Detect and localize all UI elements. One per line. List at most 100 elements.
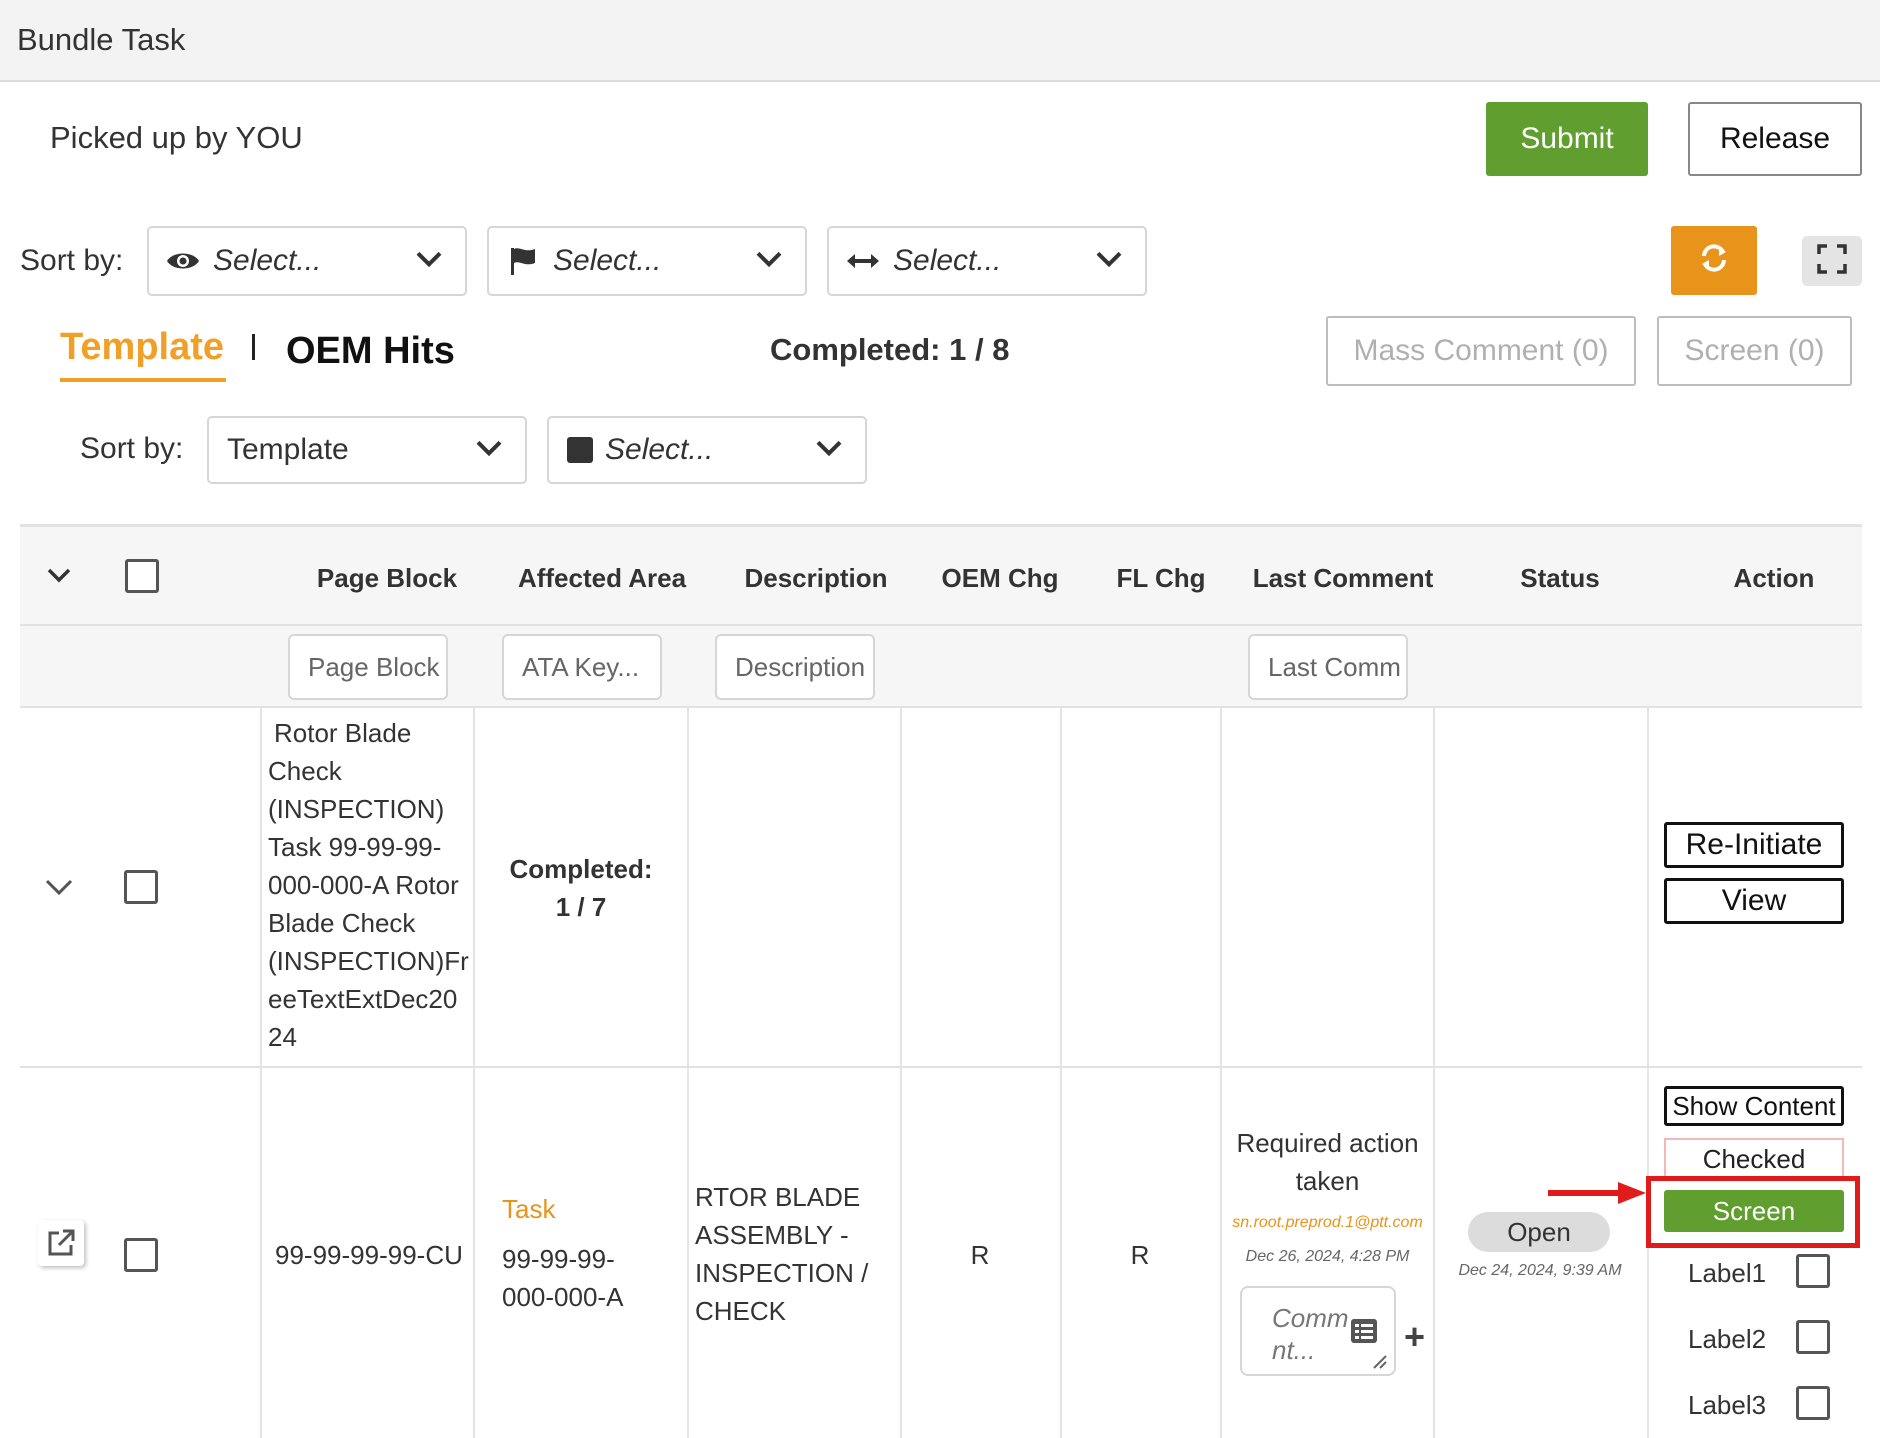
column-divider: [1433, 708, 1435, 1068]
filter-row: Page Block ATA Key... Description Last C…: [20, 626, 1862, 708]
page-block-cell: 99-99-99-99-CU: [275, 1240, 463, 1270]
fl-chg-cell: R: [1130, 1240, 1150, 1270]
text-line: 000-000-A Rotor: [268, 870, 459, 900]
text-line: (INSPECTION): [268, 794, 445, 824]
collapse-all-chevron-icon[interactable]: [46, 567, 72, 590]
column-divider: [1220, 708, 1222, 1068]
view-button[interactable]: View: [1664, 878, 1844, 924]
comment-date: Dec 26, 2024, 4:28 PM: [1245, 1248, 1410, 1265]
column-divider: [260, 708, 262, 1068]
text-line: eeTextExtDec20: [268, 984, 458, 1014]
highlight-arrow-icon: [1546, 1180, 1650, 1211]
comment-input[interactable]: Comm nt...: [1240, 1286, 1396, 1376]
submit-button[interactable]: Submit: [1486, 102, 1648, 176]
label1-checkbox[interactable]: [1796, 1254, 1830, 1288]
row-checkbox[interactable]: [124, 1238, 158, 1272]
chevron-down-icon: [755, 242, 783, 276]
status-date: Dec 24, 2024, 9:39 AM: [1458, 1262, 1622, 1279]
table-group-row: Rotor Blade Check (INSPECTION) Task 99-9…: [20, 708, 1862, 1068]
label2-checkbox[interactable]: [1796, 1320, 1830, 1354]
list-icon[interactable]: [1350, 1318, 1378, 1349]
text-line: CHECK: [695, 1296, 787, 1326]
text-line: Comm: [1272, 1303, 1349, 1333]
fullscreen-button[interactable]: [1802, 236, 1862, 286]
sort-template-select[interactable]: Template: [207, 416, 527, 484]
label3-text: Label3: [1688, 1390, 1767, 1420]
column-header-action: Action: [1733, 563, 1815, 593]
affected-area-cell: Task 99-99-99- 000-000-A: [502, 1190, 682, 1316]
sort-color-select[interactable]: Select...: [547, 416, 867, 484]
column-divider: [260, 1068, 262, 1438]
tab-template[interactable]: Template: [60, 326, 224, 369]
group-row-checkbox[interactable]: [124, 870, 158, 904]
completed-count: Completed: 1 / 8: [770, 332, 1010, 367]
column-divider: [1433, 1068, 1435, 1438]
refresh-icon: [1697, 241, 1731, 280]
refresh-button[interactable]: [1671, 226, 1757, 295]
column-divider: [1647, 1068, 1649, 1438]
label1-text: Label1: [1688, 1258, 1767, 1288]
column-divider: [687, 1068, 689, 1438]
re-initiate-button[interactable]: Re-Initiate: [1664, 822, 1844, 868]
chevron-down-icon: [475, 431, 503, 465]
column-divider: [687, 708, 689, 1068]
group-collapse-chevron-icon[interactable]: [44, 878, 74, 903]
text-line: Check: [268, 756, 342, 786]
sort-direction-select[interactable]: Select...: [827, 226, 1147, 296]
picked-up-status: Picked up by YOU: [50, 120, 303, 155]
select-value: Template: [227, 433, 349, 466]
text-line: 000-000-A: [502, 1282, 624, 1312]
ata-key-filter-input[interactable]: ATA Key...: [502, 634, 662, 700]
add-comment-plus-icon[interactable]: +: [1404, 1316, 1425, 1358]
column-divider: [1060, 708, 1062, 1068]
text-line: 24: [268, 1022, 297, 1052]
select-placeholder: Select...: [605, 433, 714, 466]
select-placeholder: Select...: [213, 244, 322, 277]
sort-flag-select[interactable]: Select...: [487, 226, 807, 296]
select-placeholder: Select...: [553, 244, 662, 277]
column-header-status[interactable]: Status: [1440, 563, 1680, 594]
column-divider: [1647, 708, 1649, 1068]
highlight-box: [1646, 1176, 1860, 1248]
chevron-down-icon: [815, 431, 843, 465]
text-line: INSPECTION /: [695, 1258, 869, 1288]
page-block-filter-input[interactable]: Page Block: [288, 634, 448, 700]
sort-visibility-select[interactable]: Select...: [147, 226, 467, 296]
text-line: Task 99-99-99-: [268, 832, 442, 862]
text-line: (INSPECTION)Fr: [268, 946, 469, 976]
active-tab-indicator: [60, 378, 226, 382]
eye-icon: [165, 247, 201, 275]
text-line: nt...: [1272, 1335, 1316, 1365]
area-type-link[interactable]: Task: [502, 1190, 682, 1228]
completed-label: Completed:: [509, 854, 653, 884]
select-all-checkbox[interactable]: [125, 559, 159, 593]
table-row: 99-99-99-99-CU Task 99-99-99- 000-000-A …: [20, 1068, 1862, 1438]
text-line: taken: [1295, 1166, 1360, 1196]
horizontal-arrows-icon: [845, 247, 881, 275]
tab-oem-hits[interactable]: OEM Hits: [286, 330, 455, 373]
release-button[interactable]: Release: [1688, 102, 1862, 176]
open-external-icon[interactable]: [38, 1220, 84, 1266]
checked-button[interactable]: Checked: [1664, 1138, 1844, 1180]
status-badge: Open: [1468, 1212, 1610, 1252]
table-header: Page Block Affected Area Description OEM…: [20, 524, 1862, 626]
text-line: Blade Check: [268, 908, 416, 938]
show-content-button[interactable]: Show Content: [1664, 1086, 1844, 1126]
flag-icon: [505, 247, 541, 275]
chevron-down-icon: [415, 242, 443, 276]
screen-bulk-button[interactable]: Screen (0): [1657, 316, 1852, 386]
label3-checkbox[interactable]: [1796, 1386, 1830, 1420]
mass-comment-button[interactable]: Mass Comment (0): [1326, 316, 1636, 386]
last-comment-filter-input[interactable]: Last Comm: [1248, 634, 1408, 700]
column-header-last-comment[interactable]: Last Comment: [1208, 563, 1478, 594]
group-page-block-text: Rotor Blade Check (INSPECTION) Task 99-9…: [268, 714, 488, 1056]
label2-text: Label2: [1688, 1324, 1767, 1354]
sort-by-label: Sort by:: [20, 244, 124, 277]
comment-author: sn.root.preprod.1@ptt.com: [1232, 1214, 1423, 1231]
text-line: Rotor Blade: [274, 718, 412, 748]
window-title: Bundle Task: [17, 22, 186, 57]
description-filter-input[interactable]: Description: [715, 634, 875, 700]
text-line: 99-99-99-: [502, 1244, 615, 1274]
completed-value: 1 / 7: [555, 892, 607, 922]
resize-handle-icon[interactable]: [1372, 1354, 1388, 1375]
